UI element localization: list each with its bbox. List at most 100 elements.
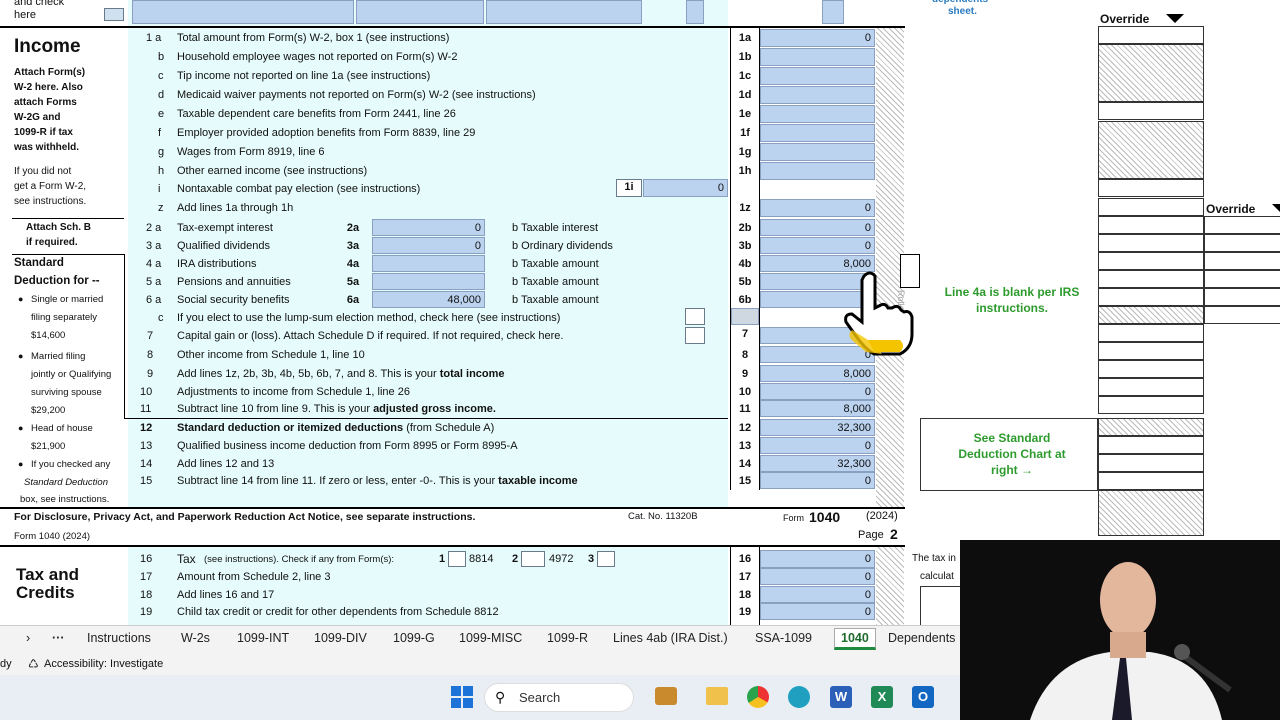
tab-1099-g[interactable]: 1099-G [393, 631, 435, 645]
std-deduction-item: box, see instructions. [20, 494, 110, 505]
top-checkbox[interactable] [104, 8, 124, 21]
override-cell[interactable] [1098, 342, 1204, 360]
income-line-num: e [158, 108, 165, 120]
form-other-num: 3 [588, 553, 595, 565]
override-2-cell[interactable] [1204, 270, 1280, 288]
bullet-icon: ● [18, 351, 24, 361]
outlook-icon[interactable]: O [912, 686, 934, 708]
line-1i-value: 0 [717, 182, 724, 194]
override-2-cell[interactable] [1204, 216, 1280, 234]
footer-form-year-small: Form 1040 (2024) [14, 531, 91, 542]
line-5b-code: 5b [738, 276, 752, 288]
override-cell[interactable] [1098, 378, 1204, 396]
line-16-value: 0 [864, 553, 871, 565]
chrome-icon[interactable] [747, 686, 769, 708]
form-8814-checkbox[interactable] [448, 551, 466, 567]
tab-1099-r[interactable]: 1099-R [547, 631, 588, 645]
override-cell[interactable] [1098, 454, 1204, 472]
line-11-text: Subtract line 10 from line 9. This is yo… [177, 403, 374, 415]
tab-1040[interactable]: 1040 [834, 628, 876, 650]
line-1c-value-cell[interactable] [760, 67, 875, 85]
tab-ssa-1099[interactable]: SSA-1099 [755, 631, 812, 645]
line-13-text: Qualified business income deduction from… [177, 440, 518, 452]
income-side-8: If you did not [14, 166, 72, 177]
override-cell[interactable] [1098, 252, 1204, 270]
override-2-cell[interactable] [1204, 306, 1280, 324]
tab-instructions[interactable]: Instructions [87, 631, 151, 645]
override-2-cell[interactable] [1204, 234, 1280, 252]
override-cell[interactable] [1098, 270, 1204, 288]
line-19-code: 19 [738, 606, 752, 618]
line-1b-value-cell[interactable] [760, 48, 875, 66]
form-other-checkbox[interactable] [597, 551, 615, 567]
line-15-num: 15 [140, 475, 153, 487]
std-side-2: Deduction for -- [14, 275, 100, 287]
word-icon[interactable]: W [830, 686, 852, 708]
override-cell[interactable] [1098, 288, 1204, 306]
line-1e-value-cell[interactable] [760, 105, 875, 123]
override-cell[interactable] [1098, 324, 1204, 342]
line-7-checkbox[interactable] [685, 327, 705, 344]
tab-dependents[interactable]: Dependents [888, 631, 955, 645]
override-cell[interactable] [1098, 234, 1204, 252]
top-frag-cell-4 [686, 0, 704, 24]
override-cell[interactable] [1098, 472, 1204, 490]
line-7-code: 7 [741, 328, 749, 340]
override-cell[interactable] [1098, 396, 1204, 414]
tab-w-2s[interactable]: W-2s [181, 631, 210, 645]
override-2-cell[interactable] [1204, 252, 1280, 270]
work-bag-icon[interactable] [655, 687, 677, 705]
line-14-code: 14 [738, 458, 752, 470]
pair-line-b-text: b Ordinary dividends [512, 240, 613, 252]
income-line-num: 1 a [146, 32, 162, 44]
line-1g-value-cell[interactable] [760, 143, 875, 161]
override-cell[interactable] [1098, 436, 1204, 454]
override-cell[interactable] [1098, 102, 1204, 120]
override-dropdown-1-icon[interactable] [1166, 14, 1184, 23]
override-dropdown-2-icon[interactable] [1272, 204, 1280, 212]
line-18-num: 18 [140, 589, 153, 601]
line-1d-value-cell[interactable] [760, 86, 875, 104]
footer-form-label: Form [783, 513, 804, 523]
line-10-num: 10 [140, 386, 153, 398]
tab-more-icon[interactable]: ··· [52, 631, 65, 645]
file-explorer-icon[interactable] [706, 687, 728, 705]
line-6c-checkbox[interactable] [685, 308, 705, 325]
accessibility-icon[interactable]: ♺ [28, 657, 39, 671]
tab-1099-div[interactable]: 1099-DIV [314, 631, 367, 645]
line-8-code: 8 [741, 349, 749, 361]
std-deduction-item: $14,600 [31, 330, 66, 341]
override-cell [1098, 121, 1204, 179]
override-cell[interactable] [1098, 198, 1204, 216]
tab-scroll-right-icon[interactable]: › [26, 631, 30, 645]
line-1h-value-cell[interactable] [760, 162, 875, 180]
override-cell[interactable] [1098, 26, 1204, 44]
line-1i-blank [760, 180, 875, 198]
line-4a-value-cell[interactable] [372, 255, 485, 272]
excel-icon[interactable]: X [871, 686, 893, 708]
form-4972-checkbox[interactable] [521, 551, 545, 567]
line-15-text-wrap: Subtract line 14 from line 11. If zero o… [177, 475, 578, 487]
tab-lines-4ab-ira-dist[interactable]: Lines 4ab (IRA Dist.) [613, 631, 728, 645]
line-12-text-2: (from Schedule A) [403, 422, 495, 434]
sch-b-top-rule [12, 218, 124, 219]
hatch-column-p2 [876, 547, 904, 625]
std-deduction-item: Standard Deduction [24, 477, 108, 488]
override-cell[interactable] [1098, 216, 1204, 234]
override-2-cell[interactable] [1204, 288, 1280, 306]
override-cell[interactable] [1098, 360, 1204, 378]
line-6b-code: 6b [738, 294, 752, 306]
line-15-code: 15 [738, 475, 752, 487]
windows-start-icon[interactable] [451, 686, 473, 708]
right-frag-2: sheet. [948, 6, 977, 17]
accessibility-status[interactable]: Accessibility: Investigate [44, 658, 163, 670]
income-line-text: Taxable dependent care benefits from For… [177, 108, 456, 120]
line-1f-value-cell[interactable] [760, 124, 875, 142]
taskbar-search-box[interactable]: ⚲ Search [484, 683, 634, 712]
tab-1099-misc[interactable]: 1099-MISC [459, 631, 522, 645]
tab-1099-int[interactable]: 1099-INT [237, 631, 289, 645]
edge-icon[interactable] [788, 686, 810, 708]
line-13-text-wrap: Qualified business income deduction from… [177, 440, 518, 452]
override-cell[interactable] [1098, 179, 1204, 197]
line-5a-value-cell[interactable] [372, 273, 485, 290]
